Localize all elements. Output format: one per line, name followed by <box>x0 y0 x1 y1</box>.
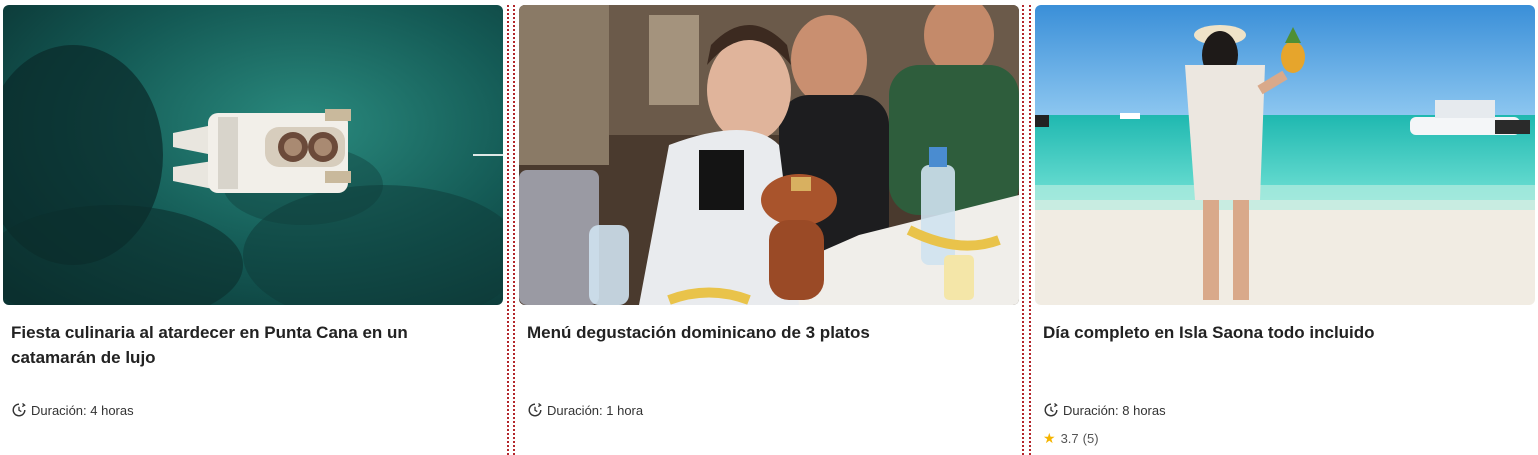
card-divider <box>507 5 509 455</box>
duration-text: Duración: 8 horas <box>1063 402 1166 418</box>
card-rating: ★ 3.7 (5) <box>1043 430 1099 447</box>
card-divider <box>1029 5 1031 455</box>
card-divider <box>1022 5 1024 455</box>
star-icon: ★ <box>1043 430 1056 446</box>
product-card-catamaran[interactable]: Fiesta culinaria al atardecer en Punta C… <box>3 5 503 455</box>
clock-icon <box>527 402 543 418</box>
card-image-tasting-menu[interactable] <box>519 5 1019 305</box>
card-image-isla-saona[interactable] <box>1035 5 1535 305</box>
clock-icon <box>11 402 27 418</box>
duration-text: Duración: 4 horas <box>31 402 134 418</box>
card-title[interactable]: Día completo en Isla Saona todo incluido <box>1043 320 1513 345</box>
card-duration: Duración: 8 horas <box>1043 402 1166 418</box>
product-card-isla-saona[interactable]: Día completo en Isla Saona todo incluido… <box>1035 5 1535 455</box>
rating-value: 3.7 <box>1060 431 1079 446</box>
card-image-catamaran[interactable] <box>3 5 503 305</box>
rating-count: (5) <box>1082 431 1099 446</box>
clock-icon <box>1043 402 1059 418</box>
product-card-row: Fiesta culinaria al atardecer en Punta C… <box>0 0 1538 455</box>
duration-text: Duración: 1 hora <box>547 402 644 418</box>
card-title[interactable]: Fiesta culinaria al atardecer en Punta C… <box>11 320 481 370</box>
card-duration: Duración: 4 horas <box>11 402 134 418</box>
product-card-tasting-menu[interactable]: Menú degustación dominicano de 3 platos … <box>519 5 1019 455</box>
card-divider <box>513 5 515 455</box>
card-duration: Duración: 1 hora <box>527 402 643 418</box>
card-title[interactable]: Menú degustación dominicano de 3 platos <box>527 320 997 345</box>
